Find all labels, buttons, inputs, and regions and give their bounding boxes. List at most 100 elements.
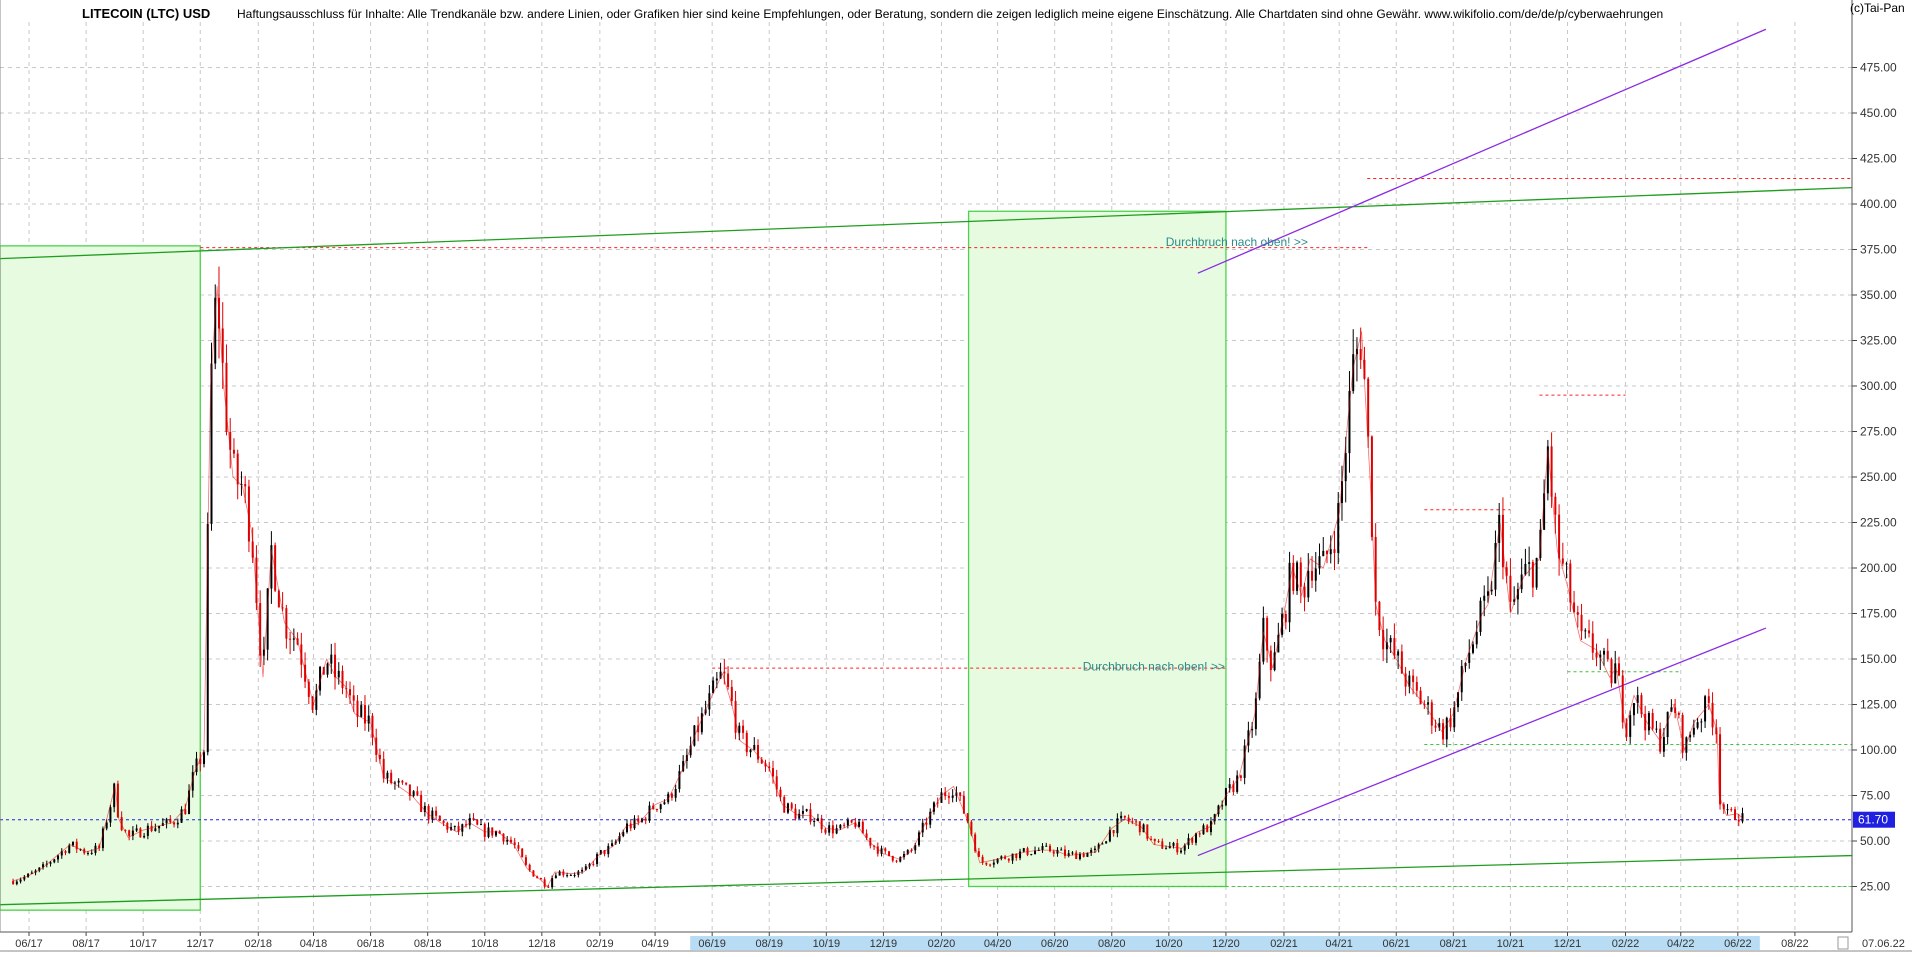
candle-body	[1314, 568, 1317, 581]
candle-body	[989, 864, 992, 866]
x-tick-label: 04/20	[984, 938, 1012, 950]
candle-body	[1198, 833, 1201, 835]
candle-body	[1647, 713, 1650, 731]
candle-body	[412, 791, 415, 796]
x-tick-label: 08/21	[1440, 938, 1468, 950]
candle-body	[1692, 727, 1695, 735]
y-tick-label: 150.00	[1860, 652, 1897, 666]
candle-body	[876, 846, 879, 854]
y-tick-label: 250.00	[1860, 470, 1897, 484]
y-tick-label: 350.00	[1860, 288, 1897, 302]
candle-body	[416, 791, 419, 795]
candle-body	[165, 818, 168, 824]
candle-body	[184, 809, 187, 815]
candle-body	[1236, 775, 1239, 792]
candle-body	[1726, 809, 1729, 811]
candle-body	[745, 732, 748, 753]
candle-body	[49, 862, 52, 864]
candle-body	[1528, 562, 1531, 564]
candle-body	[128, 830, 131, 836]
candle-body	[360, 705, 363, 717]
candle-body	[611, 843, 614, 846]
candle-body	[1412, 675, 1415, 683]
candle-body	[1007, 858, 1010, 861]
candle-body	[330, 654, 333, 664]
candle-body	[326, 663, 329, 675]
candle-body	[1228, 784, 1231, 789]
candle-body	[528, 864, 531, 871]
candle-body	[730, 686, 733, 701]
candle-body	[1591, 633, 1594, 653]
candle-body	[1284, 613, 1287, 623]
candle-body	[1075, 852, 1078, 860]
y-tick-label: 75.00	[1860, 789, 1890, 803]
candle-body	[1707, 696, 1710, 703]
candle-body	[176, 822, 179, 825]
candle-body	[835, 828, 838, 834]
x-tick-label: 12/21	[1554, 938, 1582, 950]
candle-body	[951, 795, 954, 798]
candle-body	[674, 789, 677, 798]
candle-body	[1584, 630, 1587, 632]
y-tick-label: 275.00	[1860, 425, 1897, 439]
candle-body	[453, 825, 456, 828]
candle-body	[1644, 713, 1647, 731]
candle-body	[1595, 652, 1598, 658]
candle-body	[476, 819, 479, 825]
candle-body	[839, 824, 842, 829]
candle-body	[292, 638, 295, 640]
candle-body	[139, 828, 142, 838]
candle-body	[420, 794, 423, 812]
candle-body	[1389, 637, 1392, 643]
x-tick-label: 06/22	[1724, 938, 1752, 950]
candle-body	[959, 792, 962, 796]
candle-body	[659, 804, 662, 810]
candle-body	[363, 705, 366, 724]
candle-body	[15, 881, 18, 885]
x-tick-label: 10/20	[1155, 938, 1183, 950]
candle-body	[169, 818, 172, 823]
candle-body	[502, 833, 505, 842]
candle-body	[491, 827, 494, 836]
candle-body	[431, 810, 434, 820]
candle-body	[521, 848, 524, 858]
x-tick-label: 06/18	[357, 938, 385, 950]
candle-body	[947, 796, 950, 798]
candle-body	[1576, 612, 1579, 615]
y-tick-label: 225.00	[1860, 516, 1897, 530]
candle-body	[824, 829, 827, 833]
candle-body	[1561, 558, 1564, 564]
candle-body	[846, 820, 849, 826]
candle-body	[771, 768, 774, 777]
candle-body	[1318, 556, 1321, 569]
breakout-upper: Durchbruch nach oben! >>	[1166, 235, 1308, 249]
candle-body	[629, 823, 632, 829]
candle-body	[985, 862, 988, 865]
candle-body	[1655, 728, 1658, 730]
x-tick-label: 12/18	[528, 938, 556, 950]
y-tick-label: 175.00	[1860, 607, 1897, 621]
candle-body	[1603, 650, 1606, 655]
y-tick-label: 375.00	[1860, 243, 1897, 257]
x-tick-label: 08/18	[414, 938, 442, 950]
candle-body	[843, 824, 846, 826]
candle-body	[940, 792, 943, 803]
candle-body	[64, 851, 67, 853]
candle-body	[884, 848, 887, 852]
candle-body	[648, 805, 651, 821]
x-tick-label: 02/20	[928, 938, 956, 950]
x-tick-label: 04/19	[641, 938, 669, 950]
x-tick-label: 08/20	[1098, 938, 1126, 950]
candle-body	[1153, 838, 1156, 842]
candle-body	[135, 828, 138, 831]
candle-body	[405, 782, 408, 785]
candle-body	[581, 869, 584, 872]
x-tick-label: 04/21	[1325, 938, 1353, 950]
y-tick-label: 25.00	[1860, 880, 1890, 894]
y-tick-label: 125.00	[1860, 698, 1897, 712]
candle-body	[1135, 821, 1138, 823]
candle-body	[1475, 631, 1478, 645]
x-tick-label: 06/20	[1041, 938, 1069, 950]
candle-body	[1471, 644, 1474, 653]
candle-body	[1629, 715, 1632, 737]
